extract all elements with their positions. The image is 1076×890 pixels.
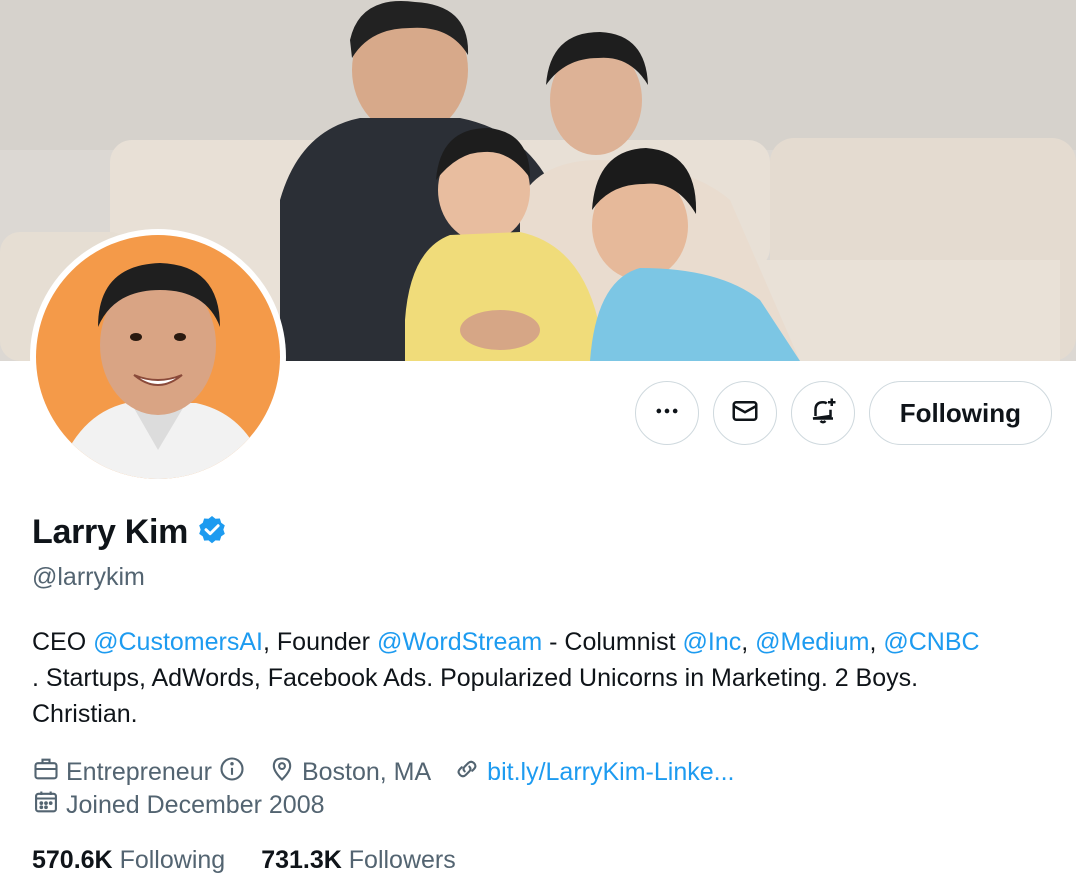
mention-link[interactable]: @Medium [755, 628, 869, 656]
profile-meta: Entrepreneur Boston, MA bit.ly/LarryKim-… [32, 756, 756, 822]
meta-row-1: Entrepreneur Boston, MA bit.ly/LarryKim-… [32, 756, 756, 789]
verified-badge-icon[interactable] [196, 514, 228, 551]
following-count: 570.6K [32, 846, 113, 874]
mention-link[interactable]: @CNBC [883, 628, 979, 656]
message-button[interactable] [712, 381, 777, 445]
avatar[interactable] [30, 229, 286, 485]
profile-name-row: Larry Kim [32, 513, 228, 552]
mention-link[interactable]: @CustomersAI [93, 628, 263, 656]
profile-bio: CEO @CustomersAI, Founder @WordStream - … [32, 624, 1062, 732]
bell-plus-icon [808, 396, 838, 431]
notify-button[interactable] [790, 381, 855, 445]
following-stat[interactable]: 570.6K Following [32, 846, 225, 875]
mention-link[interactable]: @Inc [683, 628, 742, 656]
bio-text: , Founder [263, 628, 377, 656]
following-label: Following [119, 846, 226, 874]
location-pin-icon [268, 755, 296, 790]
following-button[interactable]: Following [868, 381, 1052, 445]
followers-label: Followers [348, 846, 456, 874]
more-icon [653, 397, 681, 430]
username-handle: @larrykim [32, 563, 145, 591]
meta-row-2: Joined December 2008 [32, 789, 756, 822]
bio-line-3: Christian. [32, 700, 138, 728]
bio-line-1: CEO @CustomersAI, Founder @WordStream - … [32, 624, 1062, 660]
bio-text: - Columnist [542, 628, 683, 656]
link-icon [453, 755, 481, 790]
calendar-icon [32, 788, 60, 823]
location-item: Boston, MA [268, 755, 431, 790]
website-link[interactable]: bit.ly/LarryKim-Linke... [487, 758, 734, 787]
briefcase-icon [32, 755, 60, 790]
follow-stats: 570.6K Following 731.3K Followers [32, 846, 456, 875]
bio-line-2: . Startups, AdWords, Facebook Ads. Popul… [32, 664, 919, 692]
category-label: Entrepreneur [66, 758, 212, 786]
followers-stat[interactable]: 731.3K Followers [261, 846, 456, 875]
website-item: bit.ly/LarryKim-Linke... [453, 755, 734, 790]
more-button[interactable] [634, 381, 699, 445]
info-icon[interactable] [218, 755, 246, 790]
joined-item: Joined December 2008 [32, 788, 325, 823]
location-label: Boston, MA [301, 758, 432, 786]
bio-text: , [869, 628, 884, 656]
avatar-photo [36, 235, 280, 479]
bio-text: CEO [32, 628, 94, 656]
mail-icon [730, 396, 760, 431]
followers-count: 731.3K [261, 846, 342, 874]
profile-actions: Following [634, 381, 1052, 445]
bio-text: , [741, 628, 756, 656]
category-item: Entrepreneur [32, 755, 246, 790]
display-name: Larry Kim [32, 513, 189, 551]
mention-link[interactable]: @WordStream [377, 628, 542, 656]
joined-label: Joined December 2008 [66, 791, 325, 819]
